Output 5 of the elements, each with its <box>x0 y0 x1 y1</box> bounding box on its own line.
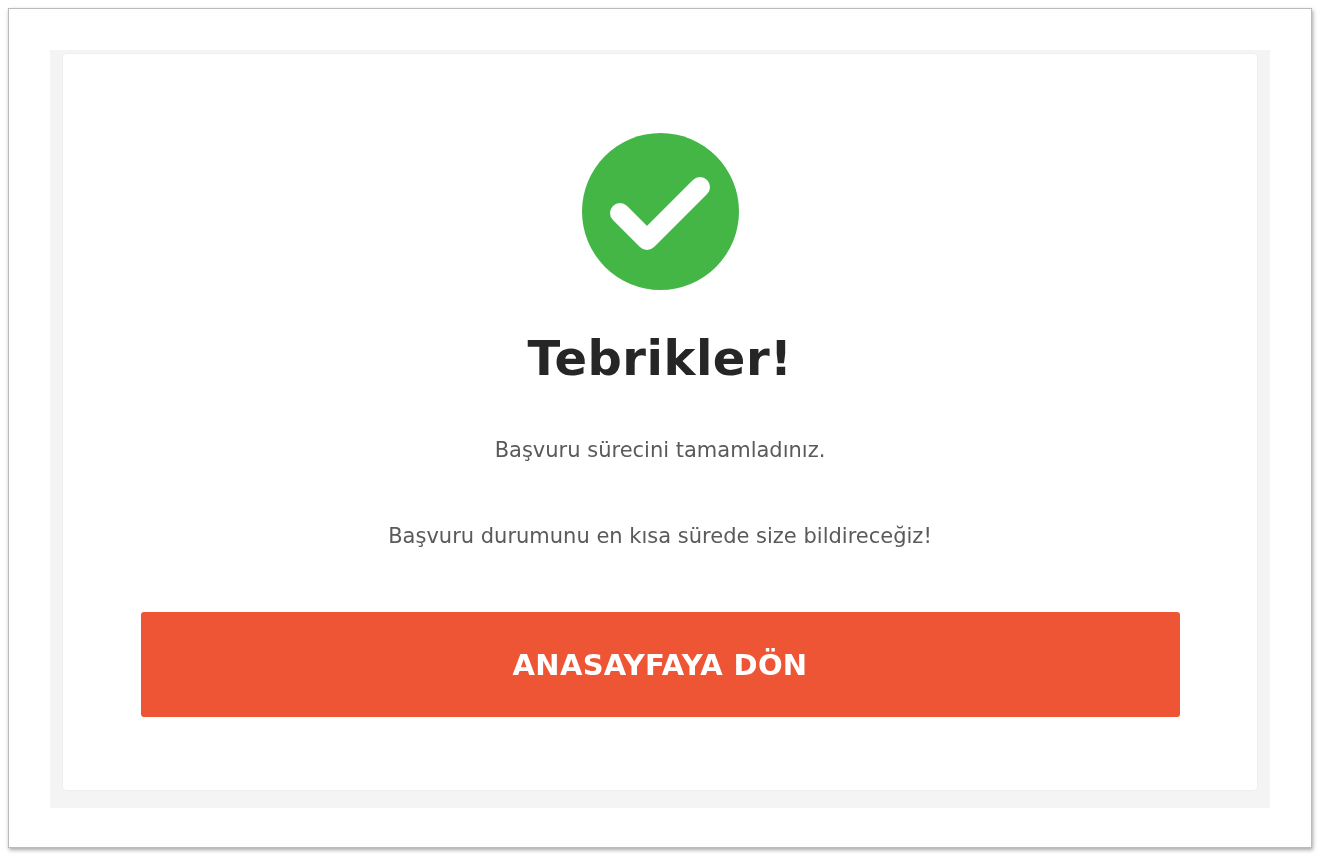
message: Başvuru sürecini tamamladınız. <box>494 438 826 462</box>
title: Tebrikler! <box>527 330 793 386</box>
check-icon <box>581 133 739 290</box>
message: Başvuru durumunu en kısa sürede size bildireceğiz! <box>388 524 932 548</box>
home-button[interactable]: ANASAYFAYA DÖN <box>140 612 1180 717</box>
